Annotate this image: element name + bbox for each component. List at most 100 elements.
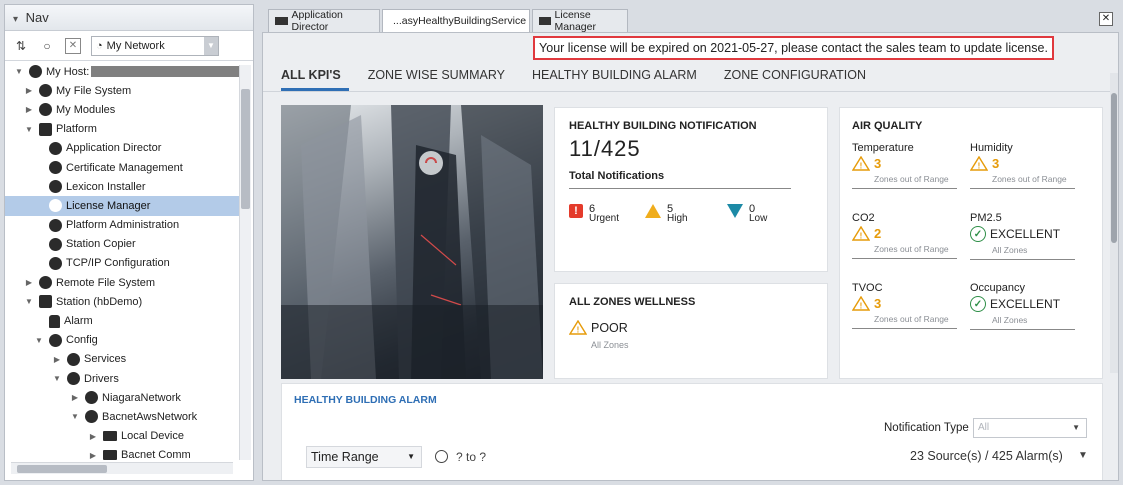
network-select[interactable]: ◔ My Network ▼ bbox=[91, 35, 219, 56]
expanded-arrow-icon[interactable]: ▼ bbox=[13, 67, 25, 76]
divider bbox=[569, 188, 791, 189]
metric-occupancy[interactable]: Occupancy ✓ EXCELLENT All Zones bbox=[970, 282, 1082, 330]
metric-value: 3 bbox=[874, 156, 882, 171]
collapse-caret-icon[interactable]: ▾ bbox=[13, 14, 18, 25]
metric-pm2-5[interactable]: PM2.5 ✓ EXCELLENT All Zones bbox=[970, 212, 1082, 260]
warning-icon: ! bbox=[852, 156, 870, 171]
tree-row[interactable]: Platform Administration bbox=[5, 216, 239, 235]
services-icon bbox=[67, 352, 80, 366]
tree-row-label: TCP/IP Configuration bbox=[66, 257, 170, 270]
tree-row[interactable]: Alarm bbox=[5, 311, 239, 330]
metric-value-row: ! 3 bbox=[852, 296, 964, 311]
tree-row[interactable]: ▼ Station (hbDemo) bbox=[5, 292, 239, 311]
tree-row[interactable]: ▶ My Modules bbox=[5, 100, 239, 119]
tree-row[interactable]: License Manager bbox=[5, 196, 239, 216]
tree-row[interactable]: ▼ Drivers bbox=[5, 369, 239, 388]
expanded-arrow-icon[interactable]: ▼ bbox=[23, 297, 35, 306]
platform-icon bbox=[39, 122, 52, 136]
tree-row[interactable]: ▶ My File System bbox=[5, 81, 239, 100]
high-count[interactable]: 5 High bbox=[645, 204, 688, 224]
scroll-thumb[interactable] bbox=[17, 465, 107, 473]
metric-value: 2 bbox=[874, 226, 882, 241]
expand-chevron-icon[interactable]: ▼ bbox=[1078, 450, 1088, 461]
chevron-down-icon[interactable]: ▼ bbox=[204, 36, 218, 55]
collapsed-arrow-icon[interactable]: ▶ bbox=[23, 278, 35, 287]
metric-humidity[interactable]: Humidity! 3 Zones out of Range bbox=[970, 142, 1082, 189]
tree-row-label: Lexicon Installer bbox=[66, 180, 146, 193]
collapsed-arrow-icon[interactable]: ▶ bbox=[23, 105, 35, 114]
tree-row[interactable]: Lexicon Installer bbox=[5, 177, 239, 196]
wellness-card: ALL ZONES WELLNESS ! POOR All Zones bbox=[554, 283, 828, 379]
config-icon bbox=[49, 333, 62, 347]
tree-row[interactable]: ▼ My Host: bbox=[5, 62, 239, 81]
metric-co2[interactable]: CO2! 2 Zones out of Range bbox=[852, 212, 964, 259]
network-icon bbox=[85, 410, 98, 424]
network-select-value: My Network bbox=[106, 39, 165, 52]
sync-tree-icon[interactable]: ⇅ bbox=[13, 38, 29, 54]
notification-count: 11/425 bbox=[569, 136, 641, 161]
nav-header[interactable]: ▾ Nav bbox=[5, 5, 253, 31]
nav-horizontal-scrollbar[interactable] bbox=[11, 462, 233, 474]
expanded-arrow-icon[interactable]: ▼ bbox=[69, 412, 81, 421]
expanded-arrow-icon[interactable]: ▼ bbox=[33, 336, 45, 345]
tree-row-label: Bacnet Comm bbox=[121, 449, 191, 460]
svg-text:!: ! bbox=[860, 162, 863, 171]
tab-application-director[interactable]: Application Director bbox=[268, 9, 380, 33]
tree-row[interactable]: ▶ Services bbox=[5, 350, 239, 369]
tree-row[interactable]: Certificate Management bbox=[5, 158, 239, 177]
nav-vertical-scrollbar[interactable] bbox=[239, 65, 251, 460]
tree-row-label: Services bbox=[84, 353, 127, 366]
tree-row[interactable]: ▶ Remote File System bbox=[5, 273, 239, 292]
notification-type-select[interactable]: All ▼ bbox=[973, 418, 1087, 438]
tab-label: Application Director bbox=[291, 9, 343, 33]
subtab-all-kpis[interactable]: ALL KPI'S bbox=[281, 65, 341, 89]
metric-name: Temperature bbox=[852, 142, 914, 154]
tab-license-manager[interactable]: License Manager bbox=[532, 9, 628, 33]
tree-row[interactable]: TCP/IP Configuration bbox=[5, 254, 239, 273]
svg-text:!: ! bbox=[577, 326, 580, 335]
tcpip-icon bbox=[49, 256, 62, 270]
tree-row[interactable]: ▼ BacnetAwsNetwork bbox=[5, 407, 239, 426]
expanded-arrow-icon[interactable]: ▼ bbox=[51, 374, 63, 383]
tree-row-label: Platform Administration bbox=[66, 219, 180, 232]
close-square-icon[interactable]: ✕ bbox=[65, 37, 81, 54]
collapsed-arrow-icon[interactable]: ▶ bbox=[87, 451, 99, 460]
tree-row[interactable]: ▶ NiagaraNetwork bbox=[5, 388, 239, 407]
tree-row[interactable]: ▼ Config bbox=[5, 331, 239, 350]
scroll-thumb[interactable] bbox=[241, 89, 250, 209]
time-range-select[interactable]: Time Range ▼ bbox=[306, 446, 422, 468]
high-label: High bbox=[667, 213, 688, 224]
tab-healthy-building-service[interactable]: ...asyHealthyBuildingService bbox=[382, 9, 530, 32]
expanded-arrow-icon[interactable]: ▼ bbox=[23, 125, 35, 134]
tree-row[interactable]: ▼ Platform bbox=[5, 120, 239, 139]
low-count[interactable]: 0 Low bbox=[727, 204, 767, 224]
clock-icon[interactable] bbox=[435, 450, 448, 463]
nav-panel: ▾ Nav ⇅ ○ ✕ ◔ My Network ▼ ▼ My Host: ▶ My … bbox=[4, 4, 254, 481]
subtab-zone-configuration[interactable]: ZONE CONFIGURATION bbox=[724, 65, 866, 89]
scroll-thumb[interactable] bbox=[1111, 93, 1117, 243]
metric-name: CO2 bbox=[852, 212, 875, 224]
close-icon[interactable]: ✕ bbox=[1099, 12, 1113, 26]
tree-row[interactable]: ▶ Local Device bbox=[5, 427, 239, 446]
tree-row[interactable]: Station Copier bbox=[5, 235, 239, 254]
metric-sub: All Zones bbox=[992, 315, 1028, 325]
collapsed-arrow-icon[interactable]: ▶ bbox=[51, 355, 63, 364]
collapsed-arrow-icon[interactable]: ▶ bbox=[69, 393, 81, 402]
content-vertical-scrollbar[interactable] bbox=[1110, 73, 1118, 373]
refresh-icon[interactable]: ○ bbox=[39, 38, 55, 54]
subtab-zone-wise-summary[interactable]: ZONE WISE SUMMARY bbox=[368, 65, 505, 89]
metric-temperature[interactable]: Temperature! 3 Zones out of Range bbox=[852, 142, 964, 189]
certificate-icon bbox=[49, 161, 62, 175]
tree-row-label: Remote File System bbox=[56, 276, 156, 289]
metric-tvoc[interactable]: TVOC! 3 Zones out of Range bbox=[852, 282, 964, 329]
tree-row[interactable]: ▶ Bacnet Comm bbox=[5, 446, 239, 460]
urgent-count[interactable]: ! 6 Urgent bbox=[569, 204, 619, 224]
collapsed-arrow-icon[interactable]: ▶ bbox=[23, 86, 35, 95]
range-value: ? to ? bbox=[456, 450, 487, 464]
metric-value-row: ! 3 bbox=[970, 156, 1082, 171]
collapsed-arrow-icon[interactable]: ▶ bbox=[87, 432, 99, 441]
nav-title: Nav bbox=[25, 10, 49, 25]
tree-row[interactable]: Application Director bbox=[5, 139, 239, 158]
subtab-healthy-building-alarm[interactable]: HEALTHY BUILDING ALARM bbox=[532, 65, 697, 89]
wellness-sub: All Zones bbox=[591, 340, 629, 350]
